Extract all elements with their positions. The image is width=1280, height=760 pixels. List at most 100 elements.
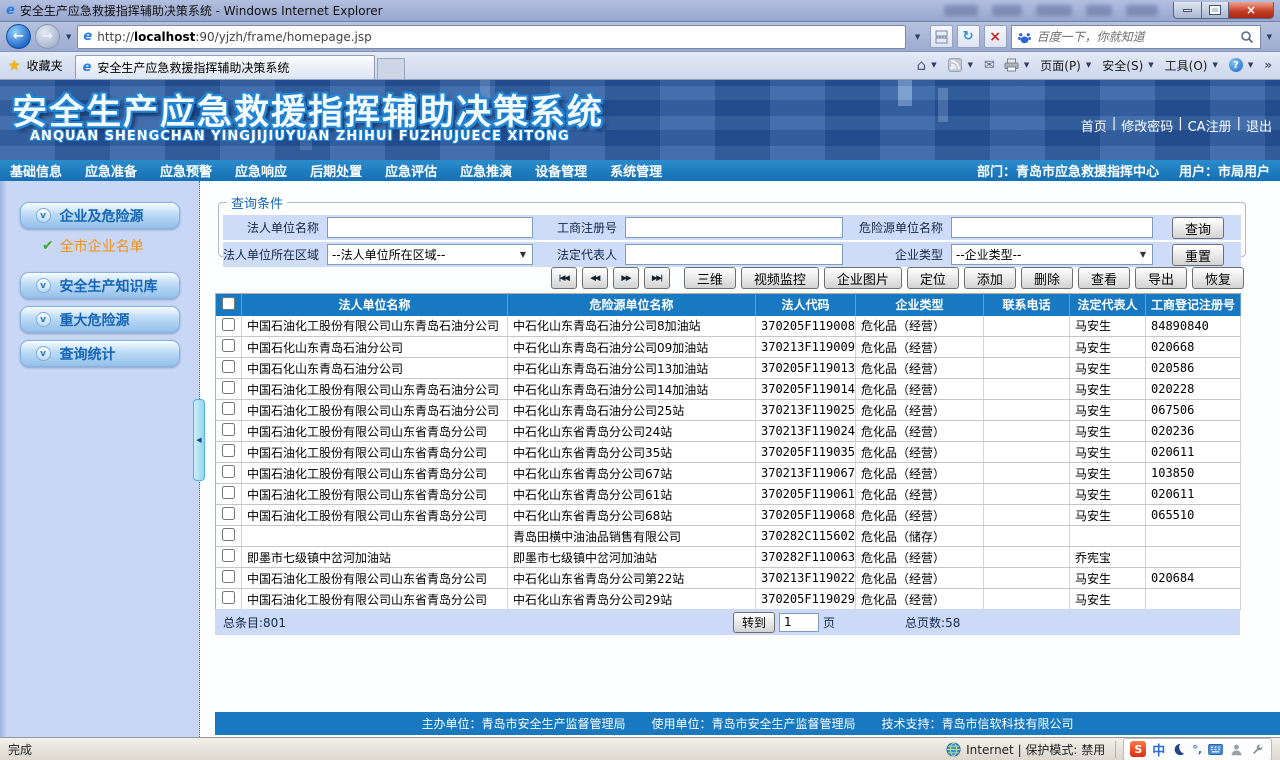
new-tab-stub[interactable]	[376, 58, 405, 79]
menu-item-post-disposal[interactable]: 后期处置	[310, 161, 362, 180]
tools-menu[interactable]: 工具(O) ▼	[1165, 57, 1220, 74]
page-number-input[interactable]	[779, 612, 820, 632]
wrench-icon[interactable]	[1250, 742, 1265, 756]
table-body: 中国石油化工股份有限公司山东青岛石油分公司 中石化山东青岛石油分公司8加油站 370…	[215, 315, 1241, 610]
enterprise-photo-button[interactable]: 企业图片	[823, 267, 902, 289]
menu-item-emergency-response[interactable]: 应急响应	[235, 161, 287, 180]
sidebar-item-city-enterprise-list[interactable]: ✔ 全市企业名单	[42, 236, 199, 256]
window-controls: ×	[1173, 2, 1274, 19]
banner-link-logout[interactable]: 退出	[1246, 116, 1272, 135]
row-checkbox[interactable]	[222, 591, 235, 604]
sogou-icon[interactable]: S	[1130, 741, 1147, 757]
site-subtitle: ANQUAN SHENGCHAN YINGJIJIUYUAN ZHIHUI FU…	[30, 129, 570, 144]
close-button[interactable]: ×	[1229, 2, 1274, 19]
locate-button[interactable]: 定位	[906, 267, 959, 289]
row-checkbox[interactable]	[222, 528, 235, 541]
video-monitor-button[interactable]: 视频监控	[740, 267, 819, 289]
forward-button[interactable]: →	[35, 24, 60, 49]
delete-button[interactable]: 删除	[1020, 267, 1073, 289]
page-favicon-icon: e	[83, 29, 93, 44]
row-checkbox[interactable]	[222, 339, 235, 352]
reg-no-input[interactable]	[625, 217, 843, 238]
cell-enterprise-type: 危化品（经营）	[855, 546, 984, 568]
menu-item-basic-info[interactable]: 基础信息	[10, 161, 62, 180]
sidebar-item-query-statistics[interactable]: v 查询统计	[19, 340, 180, 367]
browser-tab[interactable]: e 安全生产应急救援指挥辅助决策系统	[74, 55, 375, 79]
row-checkbox[interactable]	[222, 549, 235, 562]
history-dropdown-icon[interactable]: ▼	[64, 33, 73, 41]
row-checkbox[interactable]	[222, 423, 235, 436]
address-dropdown-icon[interactable]: ▼	[910, 33, 926, 41]
sidebar-item-major-hazard[interactable]: v 重大危险源	[19, 306, 180, 333]
query-conditions-panel: 查询条件 法人单位名称 工商注册号 危险源单位名称 查询 法人单位所在区域 --…	[218, 193, 1246, 267]
row-checkbox[interactable]	[222, 507, 235, 520]
soft-keyboard-icon[interactable]	[1208, 742, 1223, 756]
menu-item-emergency-evaluation[interactable]: 应急评估	[385, 161, 437, 180]
ent-type-select[interactable]: --企业类型-- ▼	[951, 244, 1153, 265]
view-button[interactable]: 查看	[1077, 267, 1130, 289]
search-dropdown-icon[interactable]: ▼	[1265, 33, 1274, 41]
goto-page-button[interactable]: 转到	[733, 611, 776, 633]
reset-button[interactable]: 重置	[1171, 243, 1224, 266]
banner-link-change-password[interactable]: 修改密码	[1121, 116, 1173, 135]
row-checkbox[interactable]	[222, 465, 235, 478]
back-button[interactable]: ←	[6, 24, 31, 49]
sidebar-collapse-handle[interactable]: ◀	[193, 399, 205, 481]
row-checkbox[interactable]	[222, 570, 235, 583]
nav-last-button[interactable]: ▶▶|	[643, 267, 670, 289]
enterprise-table: 法人单位名称 危险源单位名称 法人代码 企业类型 联系电话 法定代表人 工商登记注册号 中国…	[215, 293, 1241, 610]
maximize-button[interactable]	[1202, 2, 1229, 19]
help-menu[interactable]: ? ▼	[1228, 58, 1255, 72]
stop-button[interactable]: ×	[983, 25, 1007, 48]
page-menu[interactable]: 页面(P) ▼	[1040, 57, 1093, 74]
favorites-button[interactable]: ★ 收藏夹	[0, 57, 73, 79]
safety-menu[interactable]: 安全(S) ▼	[1102, 57, 1155, 74]
nav-prev-button[interactable]: ◀◀	[581, 267, 608, 289]
sidebar-item-safety-knowledge[interactable]: v 安全生产知识库	[19, 272, 180, 299]
hazard-name-input[interactable]	[951, 217, 1153, 238]
restore-button[interactable]: 恢复	[1191, 267, 1244, 289]
search-input[interactable]: 百度一下，你就知道	[1010, 24, 1261, 49]
row-checkbox[interactable]	[222, 402, 235, 415]
banner-link-ca-register[interactable]: CA注册	[1188, 116, 1232, 135]
mail-button[interactable]: ✉	[984, 58, 995, 73]
menu-item-emergency-preparation[interactable]: 应急准备	[85, 161, 137, 180]
cell-legal-entity-name: 中国石油化工股份有限公司山东省青岛分公司	[241, 483, 508, 505]
menu-item-emergency-warning[interactable]: 应急预警	[160, 161, 212, 180]
rss-button[interactable]: ▼	[948, 58, 975, 72]
row-checkbox[interactable]	[222, 317, 235, 331]
banner-link-home[interactable]: 首页	[1081, 116, 1107, 135]
region-select[interactable]: --法人单位所在区域-- ▼	[327, 244, 533, 265]
language-mode-icon[interactable]: 中	[1152, 740, 1165, 759]
cell-business-reg-no: 020611	[1145, 441, 1241, 463]
row-checkbox[interactable]	[222, 444, 235, 457]
row-checkbox[interactable]	[222, 360, 235, 373]
minimize-button[interactable]	[1173, 2, 1202, 19]
nav-first-button[interactable]: |◀◀	[550, 267, 577, 289]
refresh-button[interactable]: ↻	[956, 25, 980, 48]
legal-name-input[interactable]	[327, 217, 533, 238]
moon-icon[interactable]	[1171, 742, 1186, 756]
address-bar[interactable]: e http://localhost:90/yjzh/frame/homepag…	[77, 24, 906, 49]
compatibility-view-icon[interactable]	[929, 25, 953, 48]
row-checkbox[interactable]	[222, 486, 235, 499]
print-button[interactable]: ▼	[1004, 58, 1031, 72]
row-checkbox[interactable]	[222, 381, 235, 394]
menu-item-emergency-drill[interactable]: 应急推演	[460, 161, 512, 180]
sidebar-item-enterprise-hazard[interactable]: v 企业及危险源	[19, 202, 180, 229]
user-silhouette-icon[interactable]	[1229, 742, 1244, 756]
select-all-checkbox[interactable]	[222, 296, 235, 310]
three-d-button[interactable]: 三维	[683, 267, 736, 289]
nav-next-button[interactable]: ▶▶	[612, 267, 639, 289]
representative-input[interactable]	[625, 244, 843, 265]
home-button[interactable]: ⌂ ▼	[917, 56, 939, 74]
menu-item-equipment-management[interactable]: 设备管理	[535, 161, 587, 180]
search-button[interactable]: 查询	[1171, 216, 1224, 239]
export-button[interactable]: 导出	[1134, 267, 1187, 289]
more-commands-icon[interactable]: »	[1264, 58, 1272, 72]
search-magnifier-icon[interactable]	[1240, 30, 1255, 44]
punctuation-mode-icon[interactable]: °,	[1192, 743, 1202, 756]
cell-legal-code: 370205F119029	[755, 588, 856, 610]
menu-item-system-management[interactable]: 系统管理	[610, 161, 662, 180]
add-button[interactable]: 添加	[963, 267, 1016, 289]
